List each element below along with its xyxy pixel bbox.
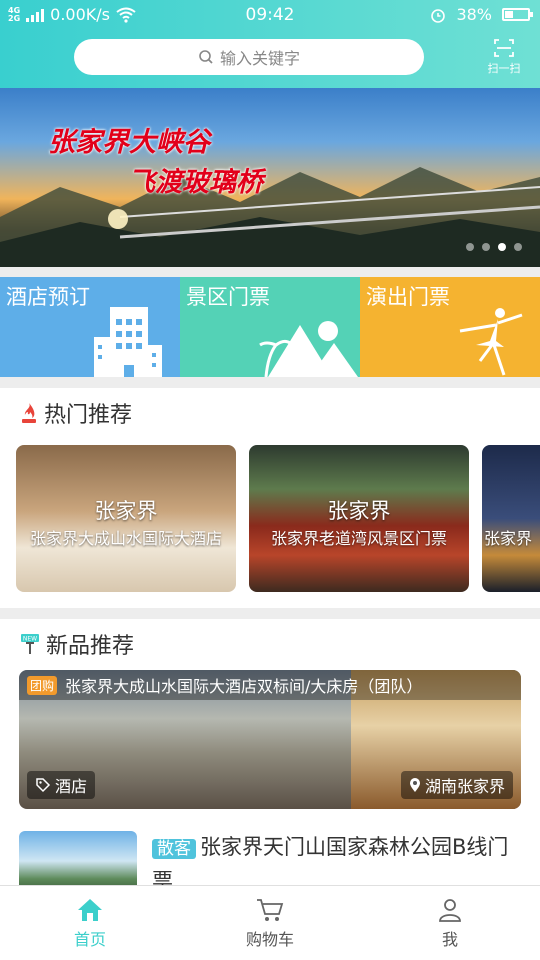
- mountain-icon: [259, 321, 358, 377]
- nav-cart[interactable]: 购物车: [180, 886, 360, 960]
- hot-card-hotel[interactable]: 张家界 张家界大成山水国际大酒店: [16, 445, 236, 592]
- battery-percent: 38%: [456, 5, 492, 24]
- tag-icon: [36, 778, 51, 793]
- dancer-icon: [459, 308, 523, 376]
- scan-icon: [494, 39, 514, 57]
- search-placeholder: 输入关键字: [219, 49, 300, 68]
- carousel-dot[interactable]: [466, 243, 474, 251]
- product-title: 张家界大成山水国际大酒店双标间/大床房（团队）: [65, 677, 423, 696]
- nav-home[interactable]: 首页: [0, 886, 180, 960]
- group-buy-badge: 团购: [27, 675, 58, 695]
- promo-banner[interactable]: 张家界大峡谷 飞渡玻璃桥: [0, 88, 540, 267]
- individual-badge: 散客: [152, 839, 196, 859]
- carousel-indicator[interactable]: [466, 243, 522, 251]
- category-chip: 酒店: [27, 771, 96, 799]
- category-label: 景区门票: [186, 285, 270, 309]
- product-caption: 团购 张家界大成山水国际大酒店双标间/大床房（团队）: [19, 670, 521, 700]
- hotel-building-icon: [94, 307, 162, 377]
- scan-label: 扫一扫: [487, 62, 521, 75]
- user-icon: [439, 899, 461, 922]
- svg-text:NEW: NEW: [23, 636, 37, 643]
- category-scenic[interactable]: 景区门票: [180, 277, 360, 377]
- battery-level: [505, 11, 513, 18]
- carousel-dot[interactable]: [482, 243, 490, 251]
- card-title: 张家界大成山水国际大酒店: [29, 529, 222, 548]
- scan-button[interactable]: 扫一扫: [484, 38, 524, 76]
- new-badge-icon: NEW: [21, 634, 39, 654]
- card-city: 张家界: [327, 499, 391, 523]
- banner-landscape-image: [0, 167, 540, 267]
- hot-card-scenic[interactable]: 张家界 张家界老道湾风景区门票: [249, 445, 469, 592]
- battery-icon: [502, 8, 533, 21]
- hot-card-partial[interactable]: 张家界: [482, 445, 540, 592]
- flame-icon: [22, 403, 36, 423]
- alarm-icon: [431, 8, 446, 23]
- home-icon: [78, 899, 102, 921]
- category-label: 酒店预订: [6, 285, 90, 309]
- category-show[interactable]: 演出门票: [360, 277, 540, 377]
- nav-me[interactable]: 我: [360, 886, 540, 960]
- product-title: 散客 张家界天门山国家森林公园B线门票: [152, 835, 509, 885]
- location-chip: 湖南张家界: [400, 771, 513, 799]
- section-title-new: NEW 新品推荐: [20, 628, 134, 660]
- carousel-dot[interactable]: [498, 243, 506, 251]
- card-city: 张家界: [94, 499, 158, 523]
- app-header: 4G 2G 0.00K/s 09:42 38% 输入关键字 扫一扫: [0, 0, 540, 88]
- search-input[interactable]: 输入关键字: [74, 39, 424, 75]
- status-bar: 4G 2G 0.00K/s 09:42 38%: [0, 0, 540, 30]
- banner-title-2: 飞渡玻璃桥: [128, 167, 263, 198]
- hot-section: 热门推荐 张家界 张家界大成山水国际大酒店 张家界 张家界老道湾风景区门票 张家…: [0, 388, 540, 608]
- category-hotel[interactable]: 酒店预订: [0, 277, 180, 377]
- section-title-hot: 热门推荐: [20, 397, 132, 429]
- carousel-dot[interactable]: [514, 243, 522, 251]
- card-title: 张家界老道湾风景区门票: [270, 529, 447, 548]
- new-section: NEW 新品推荐 团购 张家界大成山水国际大酒店双标间/大床房（团队） 酒店 湖…: [0, 619, 540, 885]
- search-icon: [199, 50, 213, 64]
- location-pin-icon: [409, 778, 420, 792]
- featured-product[interactable]: 团购 张家界大成山水国际大酒店双标间/大床房（团队） 酒店 湖南张家界: [19, 670, 521, 809]
- category-grid: 酒店预订 景区门票 演出门票: [0, 277, 540, 377]
- list-item[interactable]: 散客 张家界天门山国家森林公园B线门票: [19, 831, 521, 885]
- product-thumbnail: [19, 831, 137, 885]
- banner-title-1: 张家界大峡谷: [48, 127, 210, 158]
- bottom-nav: 首页 购物车 我: [0, 885, 540, 960]
- category-label: 演出门票: [366, 285, 450, 309]
- cart-icon: [257, 899, 284, 921]
- card-title: 张家界: [484, 529, 533, 548]
